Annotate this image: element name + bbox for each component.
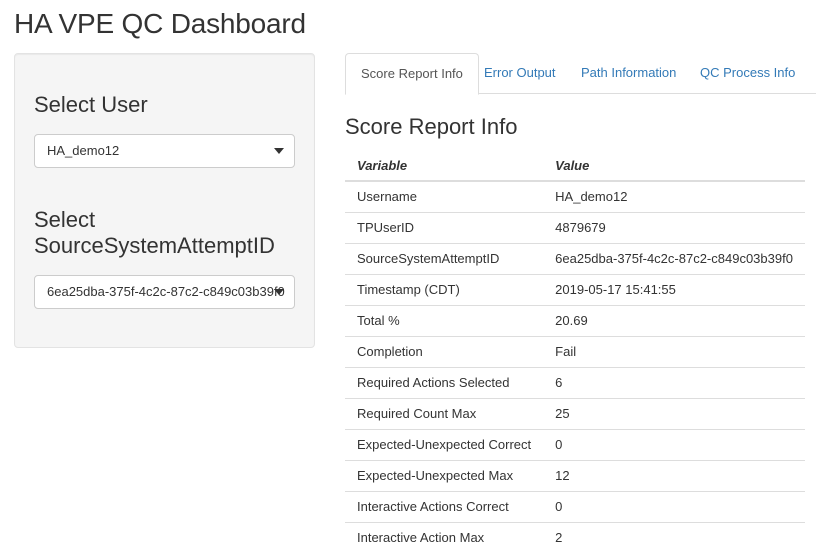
table-row: Required Count Max 25 <box>345 397 805 429</box>
caret-down-icon <box>274 289 284 295</box>
table-row: Interactive Action Max 2 <box>345 521 805 553</box>
table-cell-value: Fail <box>543 335 805 367</box>
table-row: Expected-Unexpected Max 12 <box>345 459 805 491</box>
select-attempt-label-line2: SourceSystemAttemptID <box>34 233 275 258</box>
table-cell-variable: Expected-Unexpected Max <box>345 459 544 491</box>
table-row: Username HA_demo12 <box>345 180 805 212</box>
table-cell-variable: Completion <box>345 335 544 367</box>
select-user-dropdown[interactable]: HA_demo12 <box>34 134 295 168</box>
table-cell-variable: SourceSystemAttemptID <box>345 242 544 274</box>
table-cell-variable: TPUserID <box>345 211 544 243</box>
tab-bar: Score Report Info Error Output Path Info… <box>345 53 816 95</box>
table-cell-variable: Interactive Actions Correct <box>345 490 544 522</box>
table-row: Expected-Unexpected Correct 0 <box>345 428 805 460</box>
select-user-value: HA_demo12 <box>47 143 120 158</box>
table-body: Username HA_demo12 TPUserID 4879679 SourceSy… <box>345 180 805 553</box>
column-header-value: Value <box>543 150 805 182</box>
tab-path-information[interactable]: Path Information <box>566 53 691 94</box>
table-row: SourceSystemAttemptID 6ea25dba-375f-4c2c-… <box>345 242 805 274</box>
caret-down-icon <box>274 148 284 154</box>
table-row: Completion Fail <box>345 335 805 367</box>
table-cell-variable: Interactive Action Max <box>345 521 544 553</box>
table-cell-variable: Required Actions Selected <box>345 366 544 398</box>
column-header-variable: Variable <box>345 150 544 182</box>
table-row: Total % 20.69 <box>345 304 805 336</box>
table-cell-variable: Username <box>345 180 544 212</box>
table-cell-variable: Required Count Max <box>345 397 544 429</box>
table-row: Required Actions Selected 6 <box>345 366 805 398</box>
score-report-table: Variable Value Username HA_demo12 TPUserID… <box>345 150 805 553</box>
select-user-label: Select User <box>34 92 148 117</box>
tab-qc-process-info[interactable]: QC Process Info <box>685 53 810 94</box>
table-cell-value: 12 <box>543 459 805 491</box>
table-cell-value: 20.69 <box>543 304 805 336</box>
table-cell-variable: Expected-Unexpected Correct <box>345 428 544 460</box>
page-title: HA VPE QC Dashboard <box>14 8 306 39</box>
table-row: TPUserID 4879679 <box>345 211 805 243</box>
table-cell-value: 6 <box>543 366 805 398</box>
select-attempt-value: 6ea25dba-375f-4c2c-87c2-c849c03b39f0 <box>47 284 285 299</box>
table-cell-value: 2 <box>543 521 805 553</box>
select-attempt-dropdown[interactable]: 6ea25dba-375f-4c2c-87c2-c849c03b39f0 <box>34 275 295 309</box>
sidebar-panel: Select User HA_demo12 Select SourceSyste… <box>14 53 315 348</box>
tab-error-output[interactable]: Error Output <box>469 53 571 94</box>
section-title: Score Report Info <box>345 114 518 139</box>
table-cell-value: HA_demo12 <box>543 180 805 212</box>
table-cell-value: 0 <box>543 428 805 460</box>
table-row: Interactive Actions Correct 0 <box>345 490 805 522</box>
select-attempt-label: Select SourceSystemAttemptID <box>34 207 275 259</box>
table-cell-value: 2019-05-17 15:41:55 <box>543 273 805 305</box>
table-cell-value: 4879679 <box>543 211 805 243</box>
select-attempt-label-line1: Select <box>34 207 96 232</box>
table-cell-value: 6ea25dba-375f-4c2c-87c2-c849c03b39f0 <box>543 242 805 274</box>
table-header-row: Variable Value <box>345 150 805 182</box>
table-cell-value: 25 <box>543 397 805 429</box>
table-cell-variable: Timestamp (CDT) <box>345 273 544 305</box>
tab-score-report-info[interactable]: Score Report Info <box>345 53 479 95</box>
table-row: Timestamp (CDT) 2019-05-17 15:41:55 <box>345 273 805 305</box>
table-cell-value: 0 <box>543 490 805 522</box>
table-cell-variable: Total % <box>345 304 544 336</box>
